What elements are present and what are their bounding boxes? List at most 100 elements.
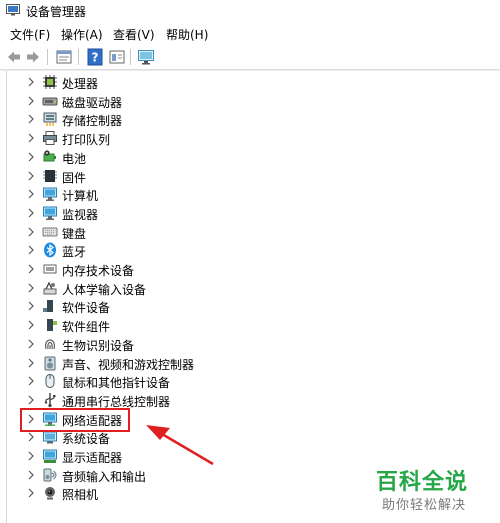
view-icon[interactable] (108, 48, 126, 66)
storage-controller-icon (43, 112, 57, 127)
monitor-icon[interactable] (137, 48, 155, 66)
chevron-right-icon[interactable] (26, 207, 36, 219)
tree-item-label: 内存技术设备 (62, 264, 135, 278)
chevron-right-icon[interactable] (26, 394, 36, 406)
chevron-right-icon[interactable] (26, 487, 36, 499)
keyboard-icon (42, 227, 58, 237)
tree-item-label: 存储控制器 (62, 114, 123, 129)
tree-item[interactable]: 声音、视频和游戏控制器 (0, 354, 500, 372)
tree-item[interactable]: 人体学输入设备 (0, 279, 500, 297)
chevron-right-icon[interactable] (26, 338, 36, 350)
tree-item[interactable]: 电池 (0, 148, 500, 166)
firmware-icon (43, 169, 57, 182)
toolbar-separator (130, 49, 131, 65)
tree-item[interactable]: 鼠标和其他指针设备 (0, 372, 500, 390)
tree-item-label: 固件 (62, 170, 87, 185)
memory-icon (43, 264, 57, 274)
tree-item-label: 显示适配器 (62, 451, 123, 465)
tree-item-label: 处理器 (62, 77, 99, 91)
chevron-right-icon[interactable] (26, 170, 36, 182)
tree-item[interactable]: 蓝牙 (0, 241, 500, 259)
chevron-right-icon[interactable] (26, 263, 36, 275)
title-bar: 设备管理器 (0, 0, 500, 22)
tree-item-label: 磁盘驱动器 (62, 95, 123, 110)
tree-item-label: 生物识别设备 (62, 338, 135, 353)
chevron-right-icon[interactable] (26, 113, 36, 125)
menu-action[interactable]: 操作(A) (61, 26, 103, 43)
chevron-right-icon[interactable] (26, 300, 36, 312)
chevron-right-icon[interactable] (26, 357, 36, 369)
tree-item[interactable]: 软件设备 (0, 297, 500, 315)
chevron-right-icon[interactable] (26, 226, 36, 238)
chevron-right-icon[interactable] (26, 319, 36, 331)
speaker-icon (44, 356, 56, 370)
chevron-right-icon[interactable] (26, 76, 36, 88)
software-device-icon (43, 300, 53, 313)
watermark-subtitle: 助你轻松解决 (382, 498, 467, 513)
tree-item[interactable]: 处理器 (0, 73, 500, 91)
tree-item[interactable]: 通用串行总线控制器 (0, 391, 500, 409)
tree-item[interactable]: 键盘 (0, 223, 500, 241)
window-title: 设备管理器 (26, 5, 87, 19)
menu-view[interactable]: 查看(V) (113, 26, 155, 43)
usb-icon (44, 392, 56, 407)
tree-item[interactable]: 固件 (0, 167, 500, 185)
tree-item-label: 鼠标和其他指针设备 (62, 376, 171, 391)
camera-icon (45, 487, 55, 500)
tree-item-label: 系统设备 (62, 432, 111, 447)
menu-file[interactable]: 文件(F) (10, 26, 50, 43)
software-component-icon (47, 319, 57, 332)
mouse-icon (45, 374, 55, 389)
computer-icon (43, 187, 57, 202)
tree-item-label: 人体学输入设备 (62, 282, 147, 297)
back-arrow-icon[interactable] (5, 48, 23, 66)
tree-item[interactable]: 内存技术设备 (0, 260, 500, 278)
monitor-icon (43, 206, 57, 220)
tree-item-label: 音频输入和输出 (62, 469, 147, 484)
chevron-right-icon[interactable] (26, 95, 36, 107)
chevron-right-icon[interactable] (26, 375, 36, 387)
chevron-right-icon[interactable] (26, 450, 36, 462)
hid-icon (43, 281, 57, 295)
tree-item-label: 打印队列 (62, 133, 111, 148)
chevron-right-icon[interactable] (26, 151, 36, 163)
tree-item-label: 软件设备 (62, 301, 111, 316)
tree-item-label: 声音、视频和游戏控制器 (62, 357, 195, 372)
audio-io-icon (43, 468, 57, 482)
menu-help[interactable]: 帮助(H) (166, 26, 208, 43)
menu-bar: 文件(F) 操作(A) 查看(V) 帮助(H) (0, 22, 500, 44)
tree-item-label: 蓝牙 (62, 245, 87, 260)
toolbar: ? (0, 44, 500, 70)
tree-item[interactable]: 打印队列 (0, 129, 500, 147)
chevron-right-icon[interactable] (26, 469, 36, 481)
chevron-right-icon[interactable] (26, 132, 36, 144)
fingerprint-icon (45, 339, 55, 349)
chevron-right-icon[interactable] (26, 244, 36, 256)
watermark: 百科全说 助你轻松解决 (374, 462, 494, 516)
tree-item[interactable]: 软件组件 (0, 316, 500, 334)
processor-icon (43, 75, 57, 89)
properties-icon[interactable] (55, 48, 73, 66)
tree-item-label: 监视器 (62, 207, 99, 222)
help-icon[interactable]: ? (86, 48, 104, 66)
disk-drive-icon (42, 97, 58, 106)
toolbar-separator (47, 49, 48, 65)
tree-item-label: 计算机 (62, 189, 99, 204)
tree-item[interactable]: 计算机 (0, 185, 500, 203)
chevron-right-icon[interactable] (26, 188, 36, 200)
battery-icon (43, 150, 56, 162)
highlight-box (20, 408, 130, 432)
tree-item-label: 软件组件 (62, 320, 111, 335)
tree-item[interactable]: 监视器 (0, 204, 500, 222)
tree-item-label: 照相机 (62, 488, 99, 503)
chevron-right-icon[interactable] (26, 431, 36, 443)
tree-item[interactable]: 磁盘驱动器 (0, 92, 500, 110)
toolbar-separator (78, 49, 79, 65)
svg-text:?: ? (92, 51, 99, 65)
tree-item[interactable]: 生物识别设备 (0, 335, 500, 353)
forward-arrow-icon[interactable] (24, 48, 42, 66)
chevron-right-icon[interactable] (26, 282, 36, 294)
display-adapter-icon (43, 449, 57, 463)
tree-item[interactable]: 存储控制器 (0, 110, 500, 128)
tree-item-label: 键盘 (62, 226, 87, 241)
